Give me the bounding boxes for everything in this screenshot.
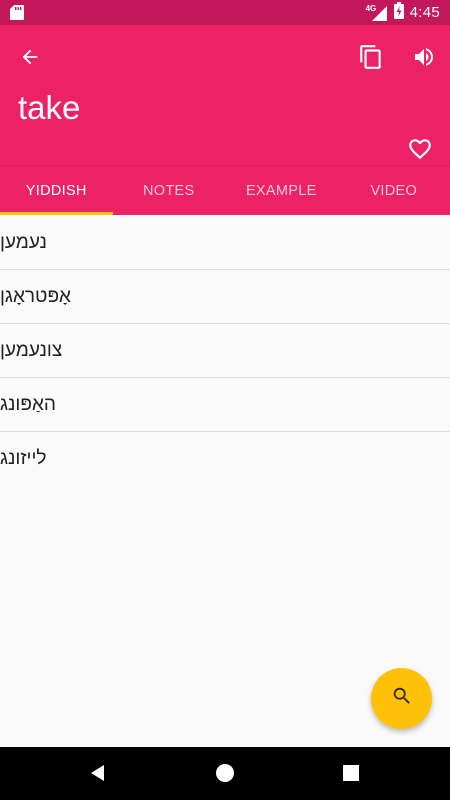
nav-recents-icon	[342, 764, 360, 787]
nav-back-icon	[88, 763, 108, 788]
speaker-icon	[412, 45, 436, 74]
heart-outline-icon	[407, 136, 433, 167]
tab-video[interactable]: VIDEO	[338, 166, 450, 215]
copy-icon	[358, 44, 384, 75]
search-button[interactable]	[371, 668, 432, 729]
nav-recents-button[interactable]	[331, 755, 371, 795]
list-item[interactable]: האַפּונג	[0, 378, 450, 432]
speak-button[interactable]	[404, 39, 444, 79]
tab-example[interactable]: EXAMPLE	[225, 166, 338, 215]
tab-notes[interactable]: NOTES	[113, 166, 226, 215]
status-time: 4:45	[409, 4, 440, 21]
navigation-bar	[0, 747, 450, 800]
nav-home-button[interactable]	[205, 755, 245, 795]
status-bar: 4G 4:45	[0, 0, 450, 25]
list-item[interactable]: לייזונג	[0, 432, 450, 485]
copy-button[interactable]	[351, 39, 391, 79]
page-title: take	[18, 89, 81, 126]
translation-list: נעמען אָפּטראָגן צונעמען האַפּונג לייזונ…	[0, 216, 450, 485]
back-arrow-icon	[19, 46, 41, 73]
battery-charging-icon	[393, 1, 404, 24]
list-item[interactable]: צונעמען	[0, 324, 450, 378]
back-button[interactable]	[10, 39, 50, 79]
search-icon	[391, 685, 413, 712]
list-item[interactable]: אָפּטראָגן	[0, 270, 450, 324]
signal-icon: 4G	[366, 4, 388, 22]
list-item[interactable]: נעמען	[0, 216, 450, 270]
tab-yiddish[interactable]: YIDDISH	[0, 166, 113, 215]
tab-bar: YIDDISH NOTES EXAMPLE VIDEO	[0, 165, 450, 215]
sd-card-icon	[10, 5, 24, 20]
nav-home-icon	[215, 763, 235, 788]
nav-back-button[interactable]	[78, 755, 118, 795]
